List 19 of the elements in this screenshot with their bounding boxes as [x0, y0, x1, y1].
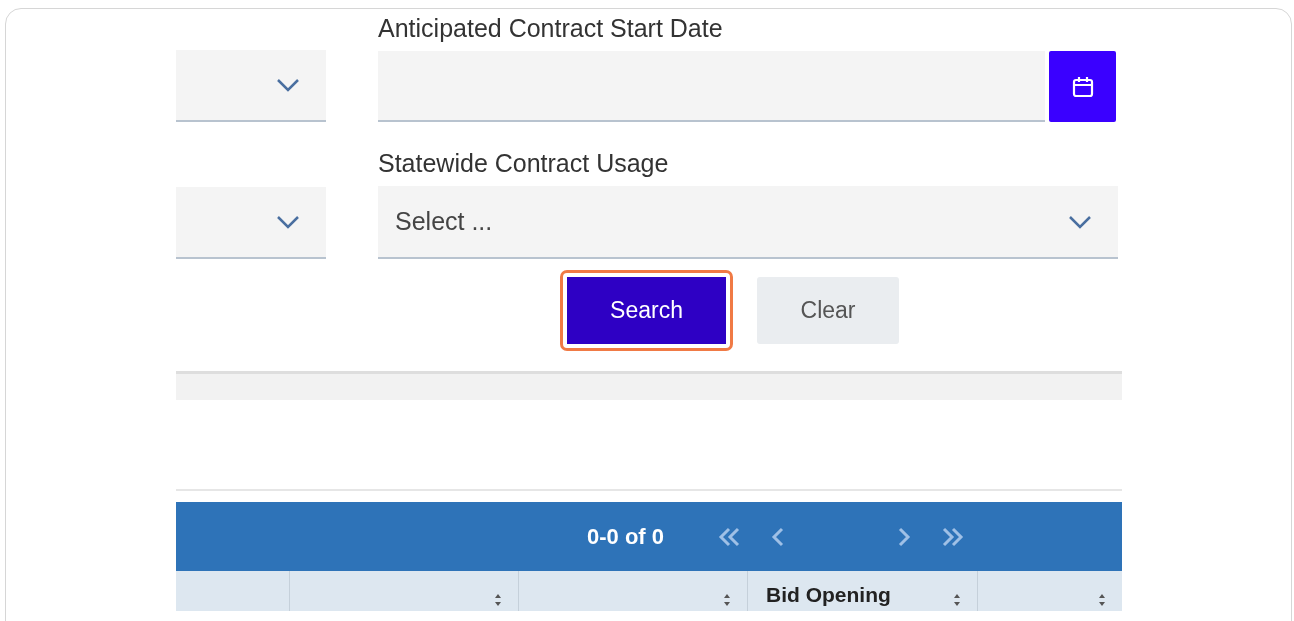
dropdown-field[interactable]	[176, 50, 326, 122]
field-label: Statewide Contract Usage	[378, 148, 670, 178]
sort-icon[interactable]	[953, 593, 961, 607]
chevron-down-icon	[1068, 214, 1092, 229]
sort-icon[interactable]	[723, 593, 731, 607]
sort-icon[interactable]	[494, 593, 502, 607]
search-button[interactable]: Search	[560, 270, 733, 351]
usage-dropdown[interactable]: Select ...	[378, 186, 1118, 259]
date-input-field[interactable]	[378, 51, 1045, 122]
chevron-down-icon	[276, 215, 300, 229]
sort-icon[interactable]	[1098, 593, 1106, 607]
column-header[interactable]: Bid Opening	[766, 583, 891, 607]
field-label: Anticipated Contract Start Date	[378, 13, 724, 43]
chevron-down-icon	[276, 78, 300, 92]
calendar-icon	[1071, 75, 1094, 98]
dropdown-field[interactable]	[176, 187, 326, 259]
page-range: 0-0 of 0	[587, 523, 665, 550]
calendar-button[interactable]	[1049, 51, 1116, 122]
clear-button[interactable]: Clear	[757, 277, 899, 344]
